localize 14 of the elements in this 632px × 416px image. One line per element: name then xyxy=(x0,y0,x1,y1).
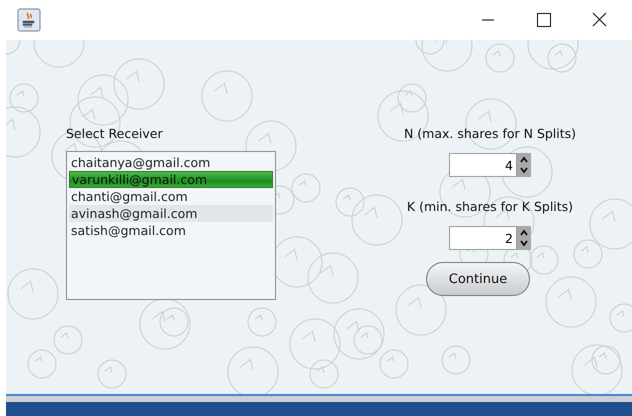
receiver-label: Select Receiver xyxy=(66,126,164,141)
receiver-item[interactable]: avinash@gmail.com xyxy=(69,205,273,222)
receiver-item[interactable]: chaitanya@gmail.com xyxy=(69,154,273,171)
spinner-arrows-icon[interactable] xyxy=(517,226,531,250)
spinner-label: K (min. shares for K Splits) xyxy=(406,199,574,214)
spinner-label: N (max. shares for N Splits) xyxy=(404,126,576,141)
receiver-item[interactable]: satish@gmail.com xyxy=(69,222,273,239)
receiver-item[interactable]: varunkilli@gmail.com xyxy=(69,171,273,188)
java-app-icon xyxy=(17,8,41,32)
number-field[interactable]: 4 xyxy=(449,153,517,177)
number-field[interactable]: 2 xyxy=(449,226,517,250)
receiver-item[interactable]: chanti@gmail.com xyxy=(69,188,273,205)
spinner-arrows-icon[interactable] xyxy=(517,153,531,177)
continue-button[interactable]: Continue xyxy=(426,262,530,296)
